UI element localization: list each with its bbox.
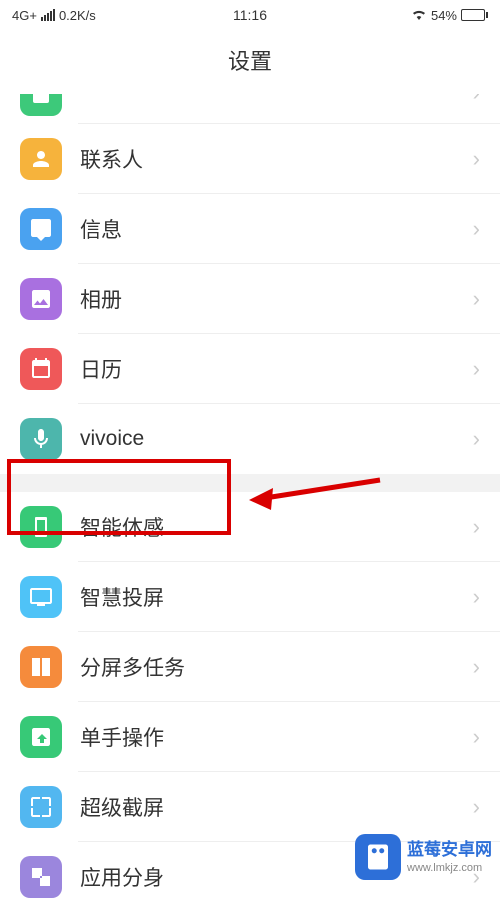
item-label: 分屏多任务	[80, 652, 473, 682]
chevron-right-icon: ›	[473, 514, 480, 540]
list-item-partial[interactable]: ›	[0, 94, 500, 124]
chevron-right-icon: ›	[473, 146, 480, 172]
chevron-right-icon: ›	[473, 94, 480, 106]
app-clone-icon	[20, 856, 62, 898]
page-title: 设置	[0, 30, 500, 94]
list-item-contacts[interactable]: 联系人 ›	[0, 124, 500, 194]
watermark: 蓝莓安卓网 www.lmkjz.com	[355, 834, 492, 880]
status-bar: 4G+ 0.2K/s 11:16 54%	[0, 0, 500, 30]
status-right: 54%	[411, 6, 488, 25]
contacts-icon	[20, 138, 62, 180]
smart-motion-icon	[20, 506, 62, 548]
watermark-title: 蓝莓安卓网	[407, 839, 492, 861]
settings-group-1: › 联系人 › 信息 › 相册 › 日历 › vivoice ›	[0, 94, 500, 474]
list-item-split-screen[interactable]: 分屏多任务 ›	[0, 632, 500, 702]
messages-icon	[20, 208, 62, 250]
status-left: 4G+ 0.2K/s	[12, 8, 96, 23]
network-type: 4G+	[12, 8, 37, 23]
calendar-icon	[20, 348, 62, 390]
group-separator	[0, 474, 500, 492]
network-speed: 0.2K/s	[59, 8, 96, 23]
wifi-icon	[411, 6, 427, 25]
battery-icon	[461, 9, 488, 21]
watermark-logo-icon	[355, 834, 401, 880]
split-screen-icon	[20, 646, 62, 688]
chevron-right-icon: ›	[473, 216, 480, 242]
app-icon	[20, 94, 62, 116]
list-item-messages[interactable]: 信息 ›	[0, 194, 500, 264]
watermark-url: www.lmkjz.com	[407, 861, 492, 875]
item-label: 智慧投屏	[80, 582, 473, 612]
screenshot-icon	[20, 786, 62, 828]
chevron-right-icon: ›	[473, 584, 480, 610]
list-item-super-screenshot[interactable]: 超级截屏 ›	[0, 772, 500, 842]
vivoice-icon	[20, 418, 62, 460]
status-time: 11:16	[233, 7, 267, 23]
item-label: 智能体感	[80, 512, 473, 542]
smart-cast-icon	[20, 576, 62, 618]
signal-icon	[41, 9, 55, 21]
list-item-smart-cast[interactable]: 智慧投屏 ›	[0, 562, 500, 632]
item-label: 信息	[80, 214, 473, 244]
list-item-calendar[interactable]: 日历 ›	[0, 334, 500, 404]
item-label: 日历	[80, 354, 473, 384]
item-label: vivoice	[80, 427, 473, 451]
chevron-right-icon: ›	[473, 356, 480, 382]
one-hand-icon	[20, 716, 62, 758]
item-label: 超级截屏	[80, 792, 473, 822]
chevron-right-icon: ›	[473, 426, 480, 452]
list-item-one-hand[interactable]: 单手操作 ›	[0, 702, 500, 772]
item-label: 相册	[80, 284, 473, 314]
list-item-smart-motion[interactable]: 智能体感 ›	[0, 492, 500, 562]
battery-percent: 54%	[431, 8, 457, 23]
gallery-icon	[20, 278, 62, 320]
chevron-right-icon: ›	[473, 724, 480, 750]
chevron-right-icon: ›	[473, 654, 480, 680]
item-label: 单手操作	[80, 722, 473, 752]
chevron-right-icon: ›	[473, 286, 480, 312]
list-item-gallery[interactable]: 相册 ›	[0, 264, 500, 334]
chevron-right-icon: ›	[473, 794, 480, 820]
item-label: 联系人	[80, 144, 473, 174]
list-item-vivoice[interactable]: vivoice ›	[0, 404, 500, 474]
